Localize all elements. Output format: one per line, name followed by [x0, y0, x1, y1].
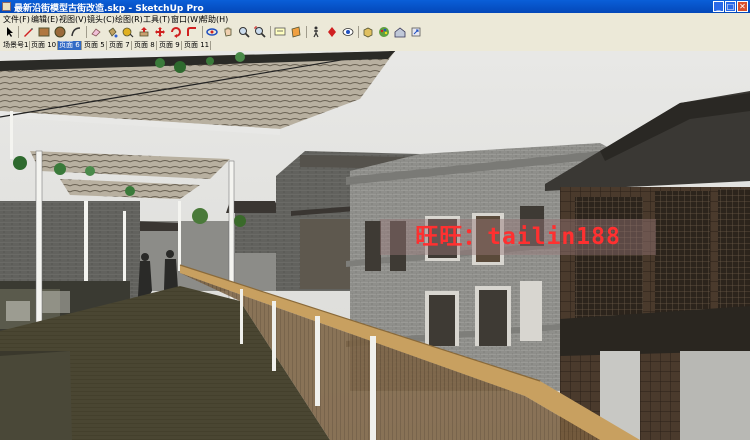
scene-tab-bar: 场景号1 页面 10 页面 6 页面 5 页面 7 页面 8 页面 9 页面 1…: [0, 40, 750, 51]
materials-icon[interactable]: [378, 26, 390, 38]
circle-icon[interactable]: [54, 26, 66, 38]
tab-page-6[interactable]: 页面 6: [58, 41, 82, 50]
pan-icon[interactable]: [222, 26, 234, 38]
look-around-icon[interactable]: [342, 26, 354, 38]
push-pull-icon[interactable]: [138, 26, 150, 38]
paint-bucket-icon[interactable]: [106, 26, 118, 38]
main-toolbar: [0, 24, 750, 41]
arc-icon[interactable]: [70, 26, 82, 38]
maximize-button[interactable]: □: [725, 1, 736, 12]
pencil-line-icon[interactable]: [22, 26, 34, 38]
tab-page-11[interactable]: 页面 11: [183, 41, 212, 50]
tab-page-5[interactable]: 页面 5: [83, 41, 107, 50]
warehouse-icon[interactable]: [394, 26, 406, 38]
move-icon[interactable]: [154, 26, 166, 38]
select-arrow-icon[interactable]: [4, 26, 16, 38]
orbit-icon[interactable]: [206, 26, 218, 38]
watermark-text: 旺旺：tailin188: [380, 219, 656, 255]
rotate-icon[interactable]: [170, 26, 182, 38]
tab-page-8[interactable]: 页面 8: [133, 41, 157, 50]
close-button[interactable]: ✕: [737, 1, 748, 12]
sketchup-app-icon[interactable]: [2, 2, 11, 11]
title-bar: 最新沿街模型古街改造.skp - SketchUp Pro _ □ ✕: [0, 0, 750, 14]
zoom-icon[interactable]: [238, 26, 250, 38]
minimize-button[interactable]: _: [713, 1, 724, 12]
section-plane-icon[interactable]: [290, 26, 302, 38]
eraser-icon[interactable]: [90, 26, 102, 38]
tab-page-10[interactable]: 页面 10: [30, 41, 59, 50]
walk-icon[interactable]: [310, 26, 322, 38]
follow-me-icon[interactable]: [186, 26, 198, 38]
components-icon[interactable]: [362, 26, 374, 38]
rectangle-icon[interactable]: [38, 26, 50, 38]
share-model-icon[interactable]: [410, 26, 422, 38]
text-icon[interactable]: [274, 26, 286, 38]
model-viewport[interactable]: 旺旺：tailin188: [0, 51, 750, 440]
tab-scene-1[interactable]: 场景号1: [2, 41, 31, 50]
tab-page-7[interactable]: 页面 7: [108, 41, 132, 50]
tape-measure-icon[interactable]: [122, 26, 134, 38]
tab-page-9[interactable]: 页面 9: [158, 41, 182, 50]
position-camera-icon[interactable]: [326, 26, 338, 38]
zoom-extents-icon[interactable]: [254, 26, 266, 38]
